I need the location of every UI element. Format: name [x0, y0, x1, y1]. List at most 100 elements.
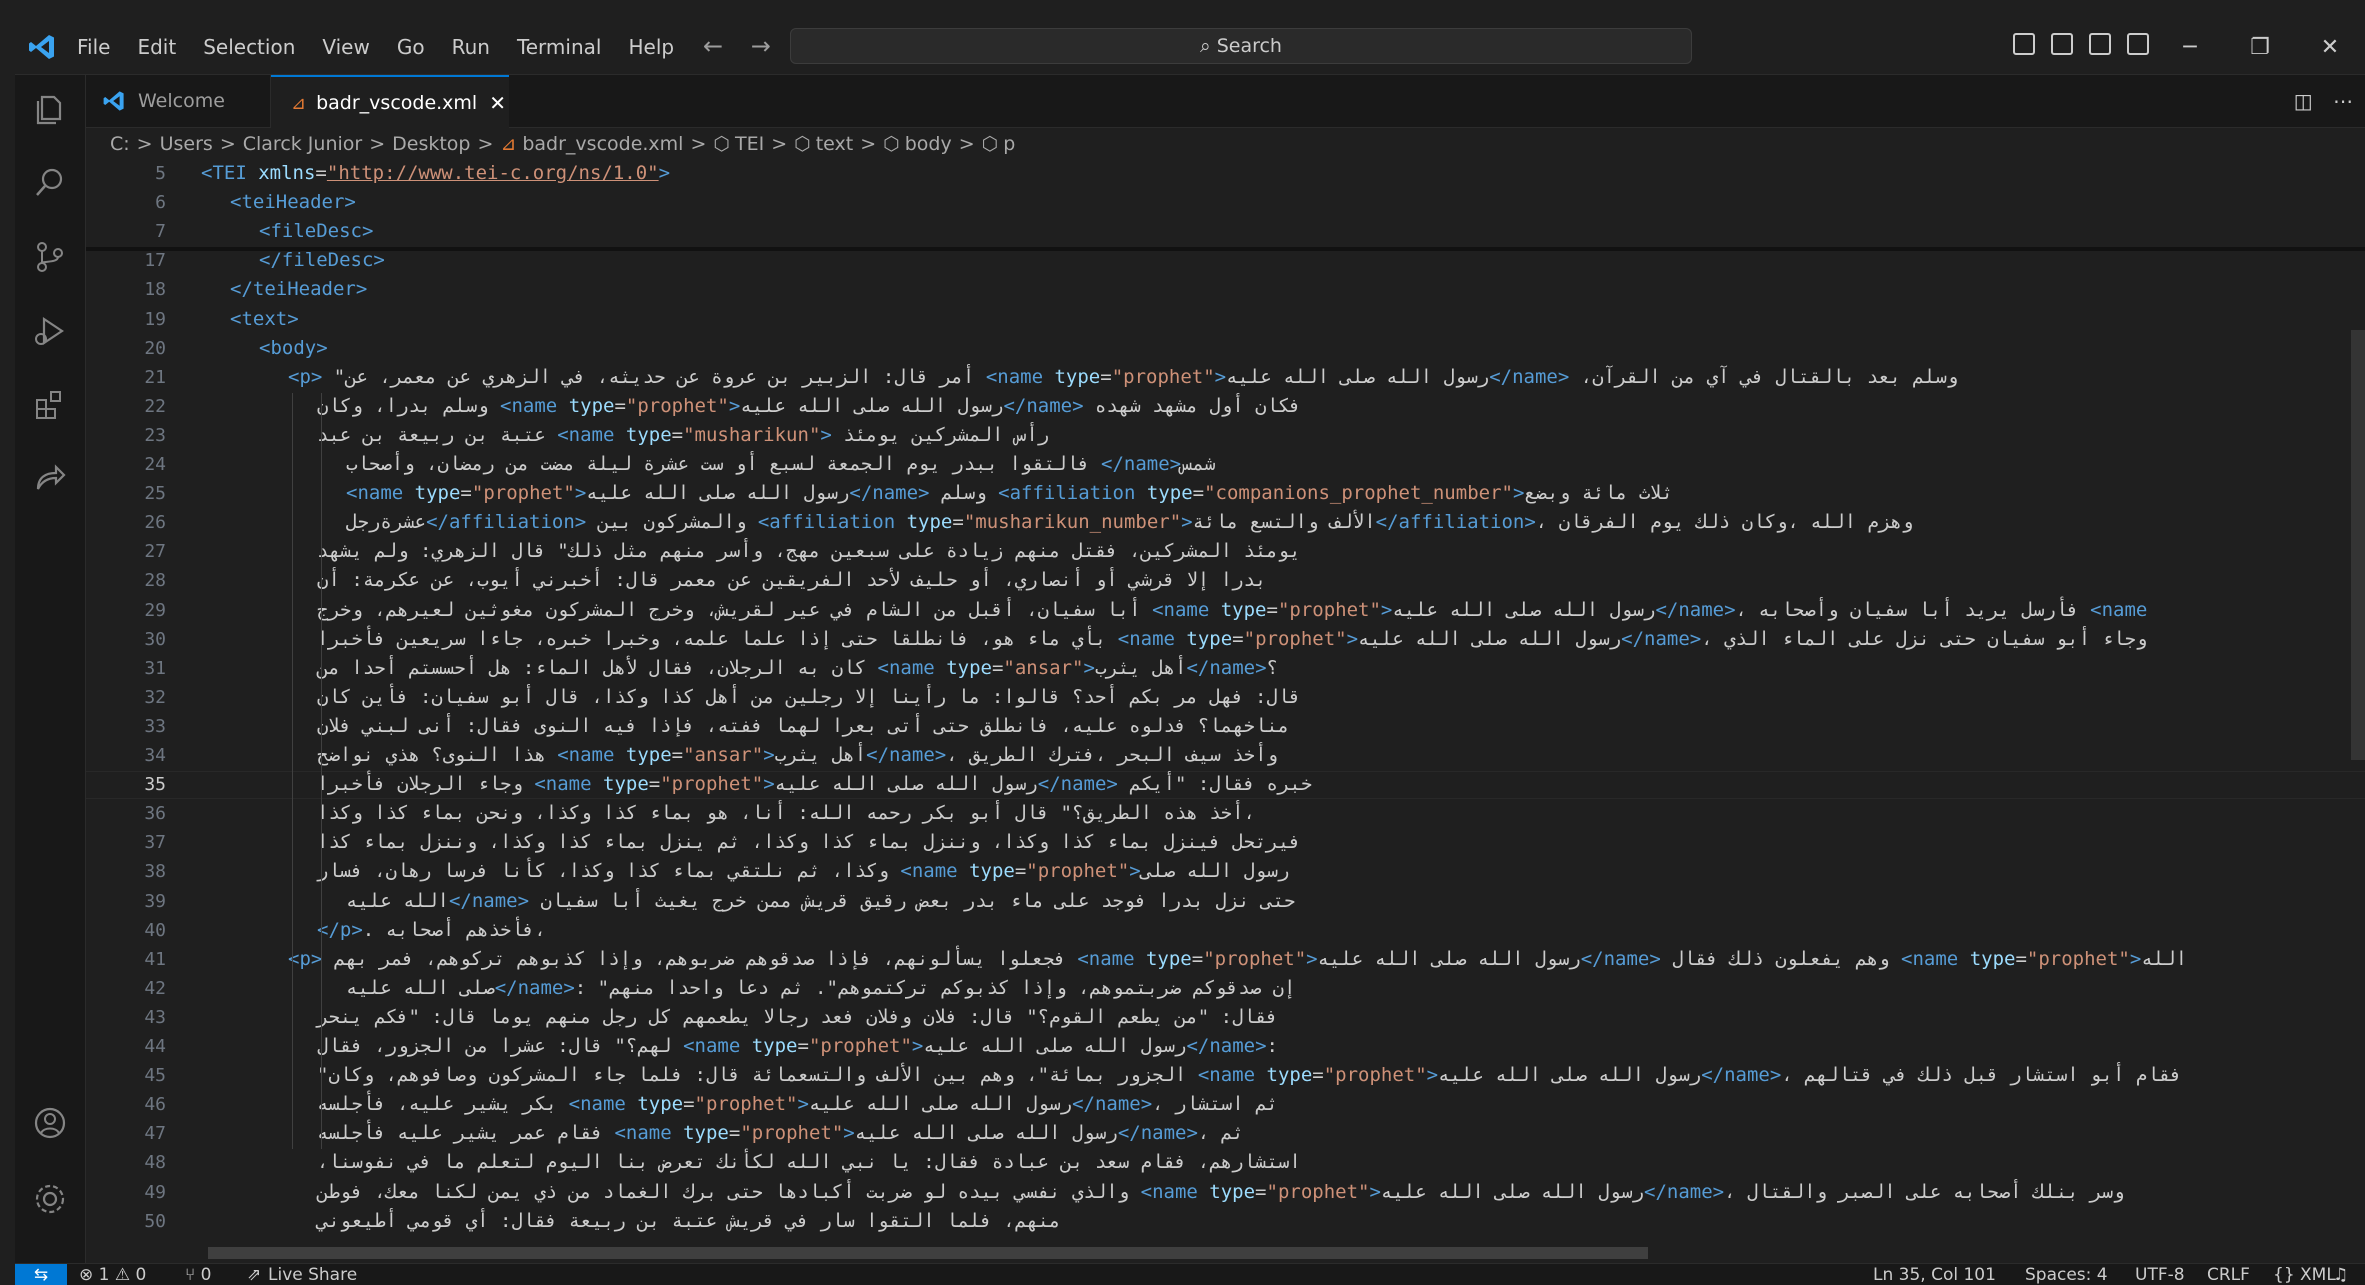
- line-number: 33: [144, 715, 166, 737]
- extensions-icon[interactable]: [32, 387, 68, 423]
- code-line[interactable]: <teiHeader>: [230, 191, 356, 213]
- breadcrumb-item[interactable]: badr_vscode.xml: [522, 133, 683, 155]
- code-line[interactable]: بدرا إلا قرشي أو أنصاري، أو حليف لأحد ال…: [317, 569, 1266, 591]
- line-number: 21: [144, 366, 166, 388]
- ports-indicator[interactable]: ⑂ 0: [185, 1264, 211, 1285]
- line-number: 26: [144, 512, 166, 534]
- code-line[interactable]: منهم، فلما التقوا سار في قريش عتبة بن رب…: [317, 1210, 1061, 1232]
- breadcrumb-item[interactable]: Desktop: [392, 133, 470, 155]
- notifications-bell-icon[interactable]: ♫: [2333, 1264, 2348, 1285]
- code-line[interactable]: </teiHeader>: [230, 278, 367, 300]
- menu-go[interactable]: Go: [397, 35, 425, 59]
- tab-welcome[interactable]: Welcome: [86, 75, 271, 127]
- nav-arrows: ← →: [703, 32, 791, 60]
- menu-run[interactable]: Run: [452, 35, 490, 59]
- code-line[interactable]: ،استشارهم، فقام سعد بن عبادة فقال: يا نب…: [317, 1151, 1301, 1173]
- breadcrumb-item[interactable]: Users: [160, 133, 213, 155]
- more-actions-icon[interactable]: ⋯: [2333, 89, 2353, 113]
- explorer-icon[interactable]: [32, 91, 68, 127]
- live-share-icon[interactable]: [32, 461, 68, 497]
- menu-edit[interactable]: Edit: [137, 35, 176, 59]
- close-tab-icon[interactable]: ✕: [489, 91, 506, 115]
- end-of-line[interactable]: CRLF: [2207, 1264, 2250, 1285]
- code-line[interactable]: <name type="prophet">رسول الله صلى الله …: [346, 482, 1673, 504]
- code-line[interactable]: <fileDesc>: [259, 220, 373, 242]
- breadcrumb-item[interactable]: TEI: [735, 133, 764, 155]
- accounts-icon[interactable]: [32, 1105, 68, 1141]
- run-debug-icon[interactable]: [32, 313, 68, 349]
- code-line[interactable]: مناخهما؟ فدلوه عليه، فانطلق حتى أتى بعرا…: [317, 715, 1289, 737]
- menu-selection[interactable]: Selection: [203, 35, 295, 59]
- breadcrumb-item[interactable]: p: [1003, 133, 1015, 155]
- breadcrumb-item[interactable]: text: [816, 133, 854, 155]
- code-line[interactable]: قال: فهل مر بكم أحد؟ قالوا: ما رأينا إلا…: [317, 686, 1301, 708]
- code-line[interactable]: عتبة بن ربيعة بن عبد <name type="mushari…: [317, 424, 1049, 446]
- code-line[interactable]: الله عليه</name> حتى نزل بدرا فوجد على م…: [346, 890, 1295, 912]
- vscode-tab-icon: [103, 91, 124, 111]
- toggle-secondary-sidebar-icon[interactable]: [2089, 33, 2111, 55]
- code-line[interactable]: وسلم بدرا، وكان <name type="prophet">رسو…: [317, 395, 1301, 417]
- line-number: 40: [144, 919, 166, 941]
- code-line[interactable]: </p>. فأخذهم أصحابه،: [317, 919, 546, 941]
- code-line[interactable]: صلى الله عليه</name>: "إن صدقوكم ضربتموه…: [346, 977, 1295, 999]
- code-line[interactable]: <TEI xmlns="http://www.tei-c.org/ns/1.0"…: [201, 162, 670, 184]
- problems-indicator[interactable]: ⊗ 1 ⚠ 0: [79, 1264, 146, 1285]
- indentation[interactable]: Spaces: 4: [2025, 1264, 2108, 1285]
- remote-indicator-icon[interactable]: ⇆: [15, 1264, 67, 1285]
- code-line[interactable]: <body>: [259, 337, 328, 359]
- source-control-icon[interactable]: [32, 239, 68, 275]
- vscode-logo-icon: [29, 35, 54, 59]
- code-line[interactable]: فقام عمر يشير عليه فأجلسه <name type="pr…: [317, 1122, 1244, 1144]
- code-line[interactable]: لهم؟" قال: عشرا من الجزور، فقال <name ty…: [317, 1035, 1278, 1057]
- close-window-icon[interactable]: ✕: [2295, 35, 2365, 60]
- search-view-icon[interactable]: [32, 165, 68, 201]
- code-line[interactable]: فيرتحل فينزل بماء كذا وكذا، وننزل بماء ك…: [317, 831, 1301, 853]
- breadcrumb-item[interactable]: body: [905, 133, 952, 155]
- code-line[interactable]: أبا سفيان، أقبل من الشام في عير لقريش، و…: [317, 599, 2147, 621]
- customize-layout-icon[interactable]: [2127, 33, 2149, 55]
- forward-arrow-icon[interactable]: →: [751, 32, 771, 60]
- search-label: Search: [1216, 35, 1282, 57]
- code-line[interactable]: <p> فجعلوا يسألونهم، فإذا صدقوهم ضربوهم،…: [288, 948, 2187, 970]
- restore-icon[interactable]: ❐: [2225, 35, 2295, 60]
- code-line[interactable]: وكذا، ثم نلتقي بماء كذا وكذا، كأنا فرسا …: [317, 860, 1289, 882]
- tab-badr-vscode-xml[interactable]: ⊿ badr_vscode.xml ✕: [271, 75, 509, 129]
- breadcrumb-item[interactable]: C:: [110, 133, 130, 155]
- menu-file[interactable]: File: [77, 35, 110, 59]
- encoding[interactable]: UTF-8: [2135, 1264, 2185, 1285]
- code-line[interactable]: <p> "أمر قال: الزبير بن عروة عن حديثه، ف…: [288, 366, 1958, 388]
- menu-view[interactable]: View: [322, 35, 369, 59]
- code-line[interactable]: بكر يشير عليه، فأجلسه <name type="prophe…: [317, 1093, 1278, 1115]
- language-mode[interactable]: {} XML: [2273, 1264, 2336, 1285]
- line-number: 43: [144, 1006, 166, 1028]
- code-line[interactable]: عشرةرجل</affiliation> والمشركون بين <aff…: [346, 511, 1913, 533]
- breadcrumb-item[interactable]: Clarck Junior: [243, 133, 362, 155]
- horizontal-scrollbar[interactable]: [208, 1247, 1648, 1259]
- code-line[interactable]: </fileDesc>: [259, 249, 385, 271]
- vertical-scrollbar[interactable]: [2351, 330, 2365, 760]
- code-line[interactable]: والذي نفسي بيده لو ضربت أكبادها حتى برك …: [317, 1181, 2124, 1203]
- back-arrow-icon[interactable]: ←: [703, 32, 723, 60]
- toggle-panel-icon[interactable]: [2051, 33, 2073, 55]
- code-line[interactable]: كان به الرجلان، فقال لأهل الماء: هل أحسس…: [317, 657, 1278, 679]
- command-center-search[interactable]: ⌕ Search: [790, 28, 1692, 64]
- code-line[interactable]: "الجزور بمائة"، وهم بين الألف والتسعمائة…: [317, 1064, 2182, 1086]
- code-line[interactable]: <text>: [230, 308, 299, 330]
- code-line[interactable]: فالتقوا ببدر يوم الجمعة لسبع أو ست عشرة …: [346, 453, 1215, 475]
- code-line[interactable]: فقال: "من يطعم القوم؟" قال: فلان وفلان ف…: [317, 1006, 1278, 1028]
- code-line[interactable]: بأي ماء هو، فانطلقا حتى إذا علما علمه، و…: [317, 628, 2147, 650]
- minimize-icon[interactable]: ─: [2155, 35, 2225, 60]
- code-line[interactable]: أخذ هذه الطريق؟" قال أبو بكر رحمه الله: …: [317, 802, 1255, 824]
- toggle-primary-sidebar-icon[interactable]: [2013, 33, 2035, 55]
- settings-gear-icon[interactable]: [32, 1181, 68, 1217]
- menu-terminal[interactable]: Terminal: [517, 35, 602, 59]
- split-editor-icon[interactable]: ◫: [2294, 89, 2313, 113]
- cursor-position[interactable]: Ln 35, Col 101: [1873, 1264, 1996, 1285]
- code-line[interactable]: يومئذ المشركين، فقتل منهم زيادة على سبعي…: [317, 540, 1301, 562]
- code-editor[interactable]: 5 <TEI xmlns="http://www.tei-c.org/ns/1.0…: [86, 160, 2365, 1264]
- line-number: 48: [144, 1152, 166, 1174]
- code-line[interactable]: هذا النوى؟ هذي نواضح <name type="ansar">…: [317, 744, 1278, 766]
- menu-help[interactable]: Help: [628, 35, 674, 59]
- live-share-status[interactable]: Live Share: [268, 1264, 357, 1285]
- code-line[interactable]: وجاء الرجلان فأخبرا <name type="prophet"…: [317, 773, 1312, 795]
